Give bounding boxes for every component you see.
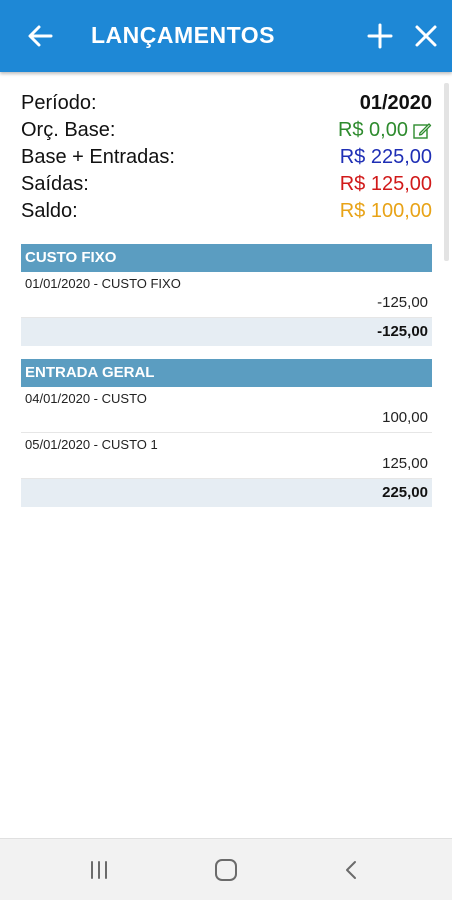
outgoing-value: R$ 125,00 (339, 173, 432, 195)
edit-icon[interactable] (412, 121, 432, 141)
base-budget-value: R$ 0,00 (337, 119, 408, 141)
app-bar: LANÇAMENTOS (0, 0, 452, 72)
base-budget-label: Orç. Base: (21, 119, 116, 141)
system-nav-bar (0, 838, 452, 900)
balance-label: Saldo: (21, 200, 78, 222)
outgoing-row: Saídas: R$ 125,00 (21, 171, 432, 198)
entry-amount: 100,00 (382, 409, 428, 426)
period-value[interactable]: 01/2020 (360, 92, 432, 115)
arrow-left-icon[interactable] (22, 18, 58, 54)
base-budget-row: Orç. Base: R$ 0,00 (21, 117, 432, 144)
group-entrada-geral: ENTRADA GERAL 04/01/2020 - CUSTO 100,00 … (21, 359, 432, 507)
list-item[interactable]: 05/01/2020 - CUSTO 1 125,00 (21, 433, 432, 479)
balance-row: Saldo: R$ 100,00 (21, 198, 432, 225)
base-budget-value-wrap[interactable]: R$ 0,00 (338, 119, 432, 142)
entry-description: 04/01/2020 - CUSTO (25, 391, 147, 406)
scroll-indicator[interactable] (444, 83, 449, 261)
entry-description: 01/01/2020 - CUSTO FIXO (25, 276, 181, 291)
home-icon[interactable] (211, 857, 241, 883)
period-label: Período: (21, 92, 97, 114)
outgoing-label: Saídas: (21, 173, 89, 195)
incoming-value: R$ 225,00 (339, 146, 432, 168)
period-row: Período: 01/2020 (21, 90, 432, 117)
group-total: 225,00 (21, 479, 432, 507)
page-title: LANÇAMENTOS (91, 22, 275, 48)
group-custo-fixo: CUSTO FIXO 01/01/2020 - CUSTO FIXO -125,… (21, 244, 432, 346)
recent-apps-icon[interactable] (84, 857, 114, 883)
group-total: -125,00 (21, 318, 432, 346)
entry-amount: -125,00 (377, 294, 428, 311)
balance-value: R$ 100,00 (339, 200, 432, 222)
incoming-row: Base + Entradas: R$ 225,00 (21, 144, 432, 171)
incoming-label: Base + Entradas: (21, 146, 175, 168)
summary-panel: Período: 01/2020 Orç. Base: R$ 0,00 Base… (21, 90, 432, 225)
plus-icon[interactable] (364, 20, 396, 52)
group-header: ENTRADA GERAL (21, 359, 432, 387)
list-item[interactable]: 01/01/2020 - CUSTO FIXO -125,00 (21, 272, 432, 318)
group-header: CUSTO FIXO (21, 244, 432, 272)
close-icon[interactable] (410, 20, 442, 52)
entry-description: 05/01/2020 - CUSTO 1 (25, 437, 158, 452)
back-chevron-icon[interactable] (337, 857, 367, 883)
entry-amount: 125,00 (382, 455, 428, 472)
list-item[interactable]: 04/01/2020 - CUSTO 100,00 (21, 387, 432, 433)
